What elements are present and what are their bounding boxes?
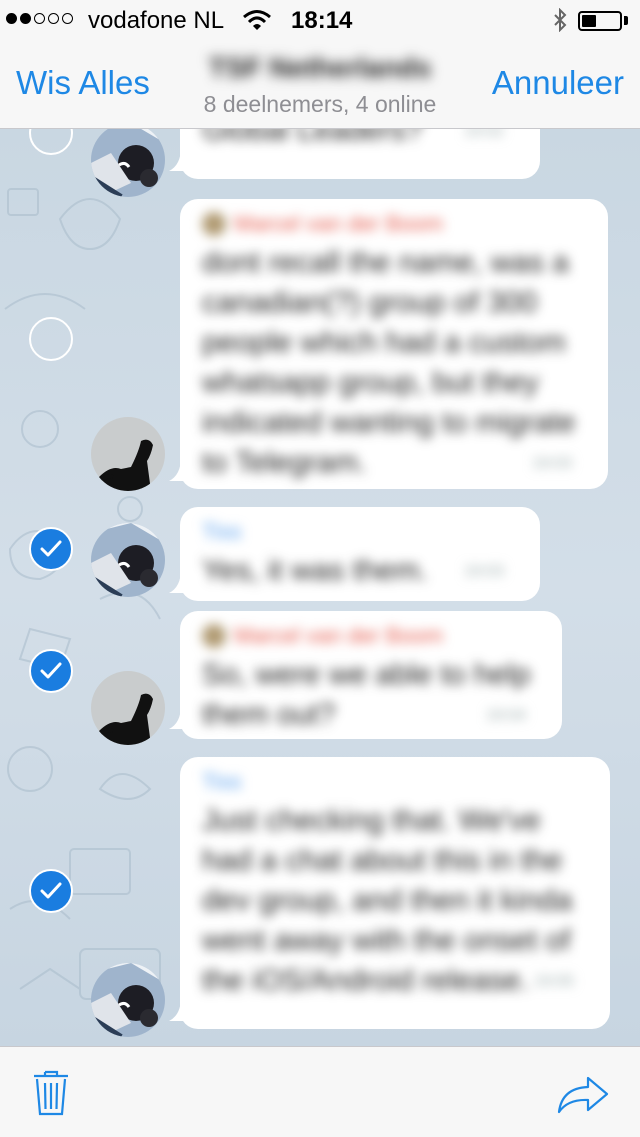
signal-dot <box>48 13 59 24</box>
unselected-checkbox[interactable] <box>29 317 73 361</box>
sender-name-text: Tiss <box>202 769 242 794</box>
avatar-comic[interactable] <box>91 523 165 597</box>
checkmark-icon <box>40 662 62 679</box>
checkmark-icon <box>40 540 62 557</box>
selected-checkbox[interactable] <box>29 869 73 913</box>
sender-name-text: Marcel van der Boom <box>234 211 444 236</box>
signal-dot <box>34 13 45 24</box>
message-text: dont recall the name, was a canadian(?) … <box>202 246 576 479</box>
avatar-comic[interactable] <box>91 963 165 1037</box>
sender-badge-icon <box>202 212 226 236</box>
message-content: Tiss Just checking that. We've had a chat… <box>202 769 594 1001</box>
message-content: Tiss Yes, it was them. 19:03 <box>202 519 524 591</box>
message-bubble[interactable]: Global Leaders? 19:02 <box>180 129 540 179</box>
avatar-silhouette[interactable] <box>91 671 165 745</box>
sender-name: Marcel van der Boom <box>202 211 592 237</box>
chat-title: TSF Netherlands <box>208 52 432 83</box>
chat-subtitle: 8 deelnemers, 4 online <box>203 91 437 117</box>
select-all-button[interactable]: Wis Alles <box>16 64 150 102</box>
cancel-button[interactable]: Annuleer <box>492 64 624 102</box>
avatar-silhouette[interactable] <box>91 417 165 491</box>
battery-level <box>582 15 596 27</box>
message-text: Just checking that. We've had a chat abo… <box>202 804 573 997</box>
sender-badge-icon <box>202 624 226 648</box>
message-content: Global Leaders? 19:02 <box>202 129 524 151</box>
signal-dot <box>6 13 17 24</box>
navigation-bar: Wis Alles TSF Netherlands 8 deelnemers, … <box>0 40 640 129</box>
sender-name: Tiss <box>202 769 594 795</box>
carrier-name: vodafone NL <box>88 7 225 34</box>
battery-tip <box>624 16 628 25</box>
message-time: 19:05 <box>533 973 574 990</box>
status-bar: vodafone NL 18:14 <box>0 0 640 40</box>
selected-checkbox[interactable] <box>29 649 73 693</box>
message-bubble[interactable]: Tiss Yes, it was them. 19:03 <box>180 507 540 601</box>
status-time: 18:14 <box>291 7 353 34</box>
sender-name: Marcel van der Boom <box>202 623 546 649</box>
selected-checkbox[interactable] <box>29 527 73 571</box>
message-content: Marcel van der Boom dont recall the name,… <box>202 211 592 483</box>
checkmark-icon <box>40 882 62 899</box>
message-bubble[interactable]: Marcel van der Boom So, were we able to h… <box>180 611 562 739</box>
sender-name-text: Tiss <box>202 519 242 544</box>
message-bubble[interactable]: Tiss Just checking that. We've had a chat… <box>180 757 610 1029</box>
message-bubble[interactable]: Marcel van der Boom dont recall the name,… <box>180 199 608 489</box>
message-time: 19:04 <box>485 707 526 724</box>
forward-arrow-icon[interactable] <box>556 1075 610 1120</box>
wifi-icon <box>242 9 272 38</box>
message-time: 19:02 <box>463 129 504 140</box>
signal-dot <box>62 13 73 24</box>
sender-name: Tiss <box>202 519 524 545</box>
signal-dot <box>20 13 31 24</box>
bluetooth-icon <box>552 7 568 39</box>
bottom-toolbar <box>0 1046 640 1137</box>
chat-history[interactable]: Global Leaders? 19:02 Marcel van der Boom d… <box>0 129 640 1046</box>
message-time: 19:03 <box>463 563 504 580</box>
message-content: Marcel van der Boom So, were we able to h… <box>202 623 546 735</box>
trash-icon[interactable] <box>32 1067 70 1122</box>
sender-name-text: Marcel van der Boom <box>234 623 444 648</box>
message-time: 19:03 <box>531 455 572 472</box>
battery-icon <box>578 11 622 31</box>
signal-strength-icon <box>6 13 73 24</box>
